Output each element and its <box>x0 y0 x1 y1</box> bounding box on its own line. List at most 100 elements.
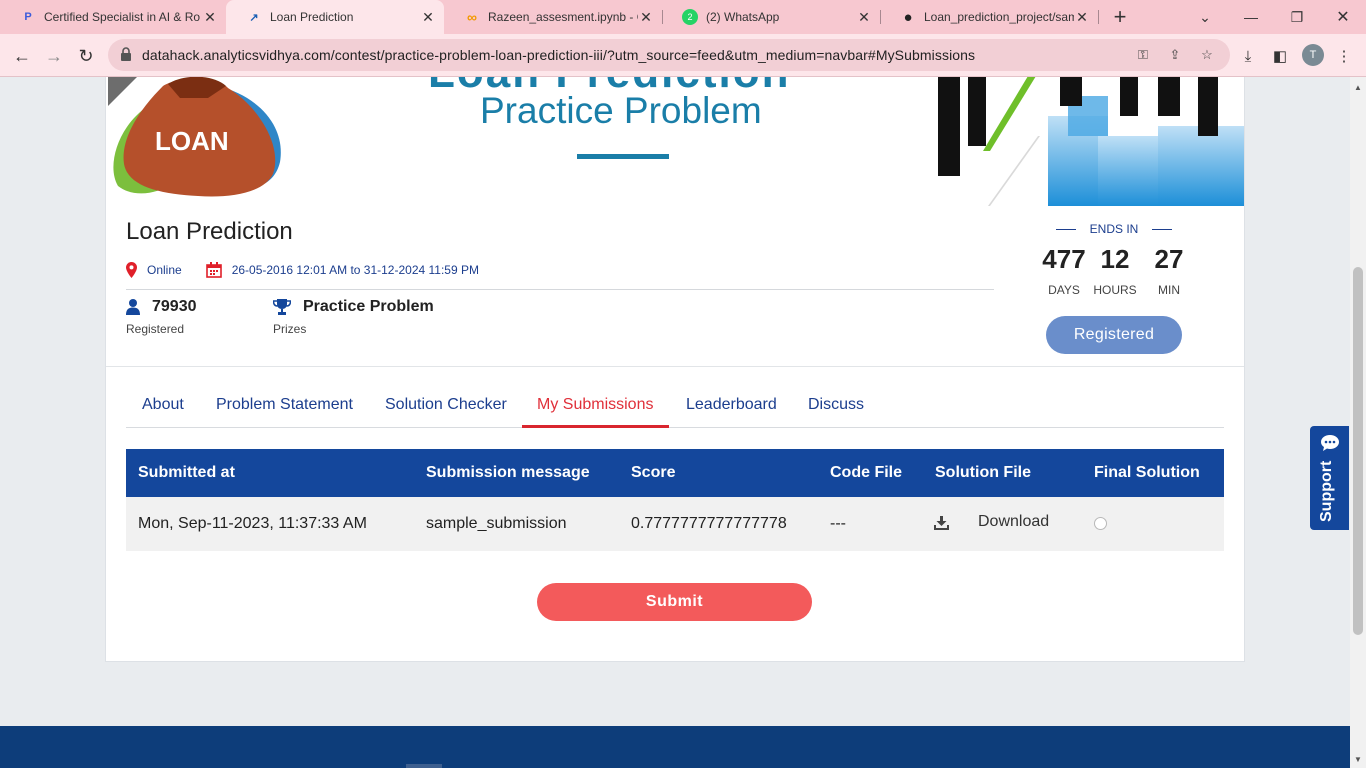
header-final-solution: Final Solution <box>1094 464 1200 481</box>
browser-tab-strip: P Certified Specialist in AI & Ro ✕ ↗ Lo… <box>0 0 1366 34</box>
registered-stat: 79930 Registered <box>126 298 197 336</box>
forward-icon[interactable]: → <box>42 44 66 68</box>
tab-about[interactable]: About <box>142 396 184 414</box>
countdown-hours: 12 HOURS <box>1085 244 1145 297</box>
ends-in-label: ENDS IN <box>1089 222 1139 236</box>
download-link[interactable]: Download <box>978 513 1049 531</box>
close-tab-icon[interactable]: ✕ <box>202 9 218 26</box>
close-tab-icon[interactable]: ✕ <box>420 9 436 26</box>
close-tab-icon[interactable]: ✕ <box>1074 9 1090 26</box>
browser-menu-icon[interactable]: ⋮ <box>1334 46 1354 66</box>
cell-score: 0.7777777777777778 <box>631 515 787 532</box>
support-widget[interactable]: Support <box>1310 426 1349 530</box>
bag-label: LOAN <box>155 126 229 156</box>
registered-count: 79930 <box>152 298 197 315</box>
loan-bag-illustration: LOAN <box>108 77 281 197</box>
prize-value: Practice Problem <box>303 298 434 315</box>
url-text: datahack.analyticsvidhya.com/contest/pra… <box>142 47 976 63</box>
header-solution-file: Solution File <box>935 464 1031 481</box>
submit-button[interactable]: Submit <box>537 583 812 621</box>
password-key-icon[interactable]: ⚿ <box>1134 46 1152 64</box>
browser-tab-1[interactable]: P Certified Specialist in AI & Ro ✕ <box>0 0 226 34</box>
countdown-minutes: 27 MIN <box>1139 244 1199 297</box>
minutes-value: 27 <box>1154 244 1184 274</box>
contest-dates: 26-05-2016 12:01 AM to 31-12-2024 11:59 … <box>231 263 479 277</box>
table-row: Mon, Sep-11-2023, 11:37:33 AM sample_sub… <box>126 497 1224 551</box>
address-bar[interactable]: datahack.analyticsvidhya.com/contest/pra… <box>108 39 1230 71</box>
tab-search-icon[interactable]: ⌄ <box>1182 0 1228 34</box>
download-icon[interactable]: ⤓ <box>1238 46 1258 66</box>
contest-meta: Online 26-05-2016 12:01 AM to 31-12-2024… <box>126 260 479 280</box>
tab-leaderboard[interactable]: Leaderboard <box>686 396 777 414</box>
scroll-up-icon[interactable]: ▲ <box>1354 83 1362 92</box>
profile-avatar[interactable]: T <box>1302 44 1324 66</box>
tab-separator <box>1098 10 1099 24</box>
download-file-icon[interactable] <box>934 516 949 530</box>
page-scrollbar[interactable]: ▲ ▼ <box>1350 77 1366 768</box>
colab-icon: ∞ <box>467 9 477 25</box>
whatsapp-icon: 2 <box>682 9 698 25</box>
header-submission-message: Submission message <box>426 464 590 481</box>
browser-tab-4[interactable]: 2 (2) WhatsApp ✕ <box>662 0 880 34</box>
countdown-dash <box>1055 228 1076 230</box>
table-header: Submitted at Submission message Score Co… <box>126 449 1224 497</box>
page-footer <box>0 726 1350 768</box>
browser-tab-5[interactable]: ● Loan_prediction_project/sam ✕ <box>880 0 1098 34</box>
business-people-illustration <box>938 77 1244 206</box>
minutes-label: MIN <box>1158 283 1180 297</box>
bookmark-star-icon[interactable]: ☆ <box>1198 46 1216 64</box>
p-letter-icon: P <box>24 11 32 23</box>
footer-handle <box>406 764 442 768</box>
tab-title: (2) WhatsApp <box>706 10 780 24</box>
page-viewport: Loan Prediction Practice Problem LOAN <box>0 77 1350 768</box>
banner-subtitle: Practice Problem <box>480 90 762 131</box>
header-score: Score <box>631 464 676 481</box>
share-icon[interactable]: ⇪ <box>1166 46 1184 64</box>
final-solution-radio[interactable] <box>1094 517 1107 530</box>
tab-solution-checker[interactable]: Solution Checker <box>385 396 507 414</box>
window-close-icon[interactable]: ✕ <box>1320 0 1366 34</box>
close-tab-icon[interactable]: ✕ <box>856 9 872 26</box>
user-icon <box>126 299 140 315</box>
scrollbar-thumb[interactable] <box>1353 267 1363 635</box>
tab-title: Certified Specialist in AI & Ro <box>44 10 201 24</box>
header-code-file: Code File <box>830 464 903 481</box>
countdown: ENDS IN 477 DAYS 12 HOURS 27 MIN <box>1022 222 1206 297</box>
cell-submitted-at: Mon, Sep-11-2023, 11:37:33 AM <box>138 515 367 532</box>
tab-problem-statement[interactable]: Problem Statement <box>216 396 353 414</box>
browser-toolbar: ← → ↻ datahack.analyticsvidhya.com/conte… <box>0 34 1366 77</box>
contest-title: Loan Prediction <box>126 218 293 245</box>
contest-card: Loan Prediction Practice Problem LOAN <box>105 77 1245 662</box>
tab-discuss[interactable]: Discuss <box>808 396 864 414</box>
registered-button[interactable]: Registered <box>1046 316 1182 354</box>
tab-my-submissions[interactable]: My Submissions <box>537 396 653 414</box>
location-pin-icon <box>126 262 137 278</box>
trend-icon: ↗ <box>249 11 259 24</box>
reload-icon[interactable]: ↻ <box>74 44 98 68</box>
new-tab-button[interactable]: + <box>1108 4 1132 30</box>
browser-tab-3[interactable]: ∞ Razeen_assesment.ipynb - Co ✕ <box>444 0 662 34</box>
browser-tab-2[interactable]: ↗ Loan Prediction ✕ <box>226 0 444 34</box>
contest-tabs: About Problem Statement Solution Checker… <box>126 386 1224 428</box>
active-tab-underline <box>522 425 669 428</box>
registered-label: Registered <box>126 322 185 336</box>
countdown-dash <box>1152 228 1173 230</box>
minimize-icon[interactable]: — <box>1228 0 1274 34</box>
section-divider <box>106 366 1244 367</box>
meta-divider <box>126 289 994 290</box>
close-tab-icon[interactable]: ✕ <box>638 9 654 26</box>
contest-location: Online <box>147 263 182 277</box>
cell-code-file: --- <box>830 515 846 532</box>
chat-bubble-icon <box>1321 435 1339 451</box>
cell-submission-message: sample_submission <box>426 515 567 532</box>
trophy-icon <box>273 299 291 315</box>
prize-label: Prizes <box>273 322 307 336</box>
side-panel-icon[interactable]: ◧ <box>1270 46 1290 66</box>
back-icon[interactable]: ← <box>10 44 34 68</box>
hours-value: 12 <box>1100 244 1130 274</box>
restore-icon[interactable]: ❐ <box>1274 0 1320 34</box>
tab-title: Loan_prediction_project/sam <box>924 10 1074 24</box>
submissions-table: Submitted at Submission message Score Co… <box>126 449 1224 551</box>
scroll-down-icon[interactable]: ▼ <box>1354 755 1362 764</box>
calendar-icon <box>205 262 222 278</box>
